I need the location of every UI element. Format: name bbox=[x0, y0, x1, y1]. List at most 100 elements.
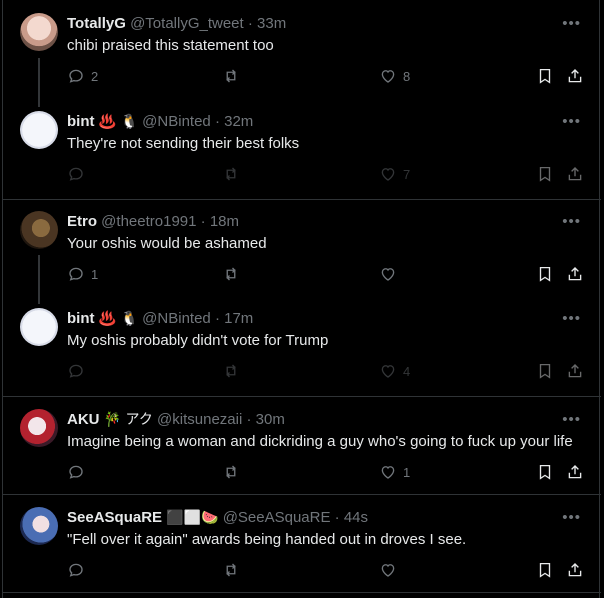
more-options-icon[interactable]: ••• bbox=[562, 112, 581, 132]
username[interactable]: @NBinted bbox=[142, 310, 211, 327]
share-button[interactable] bbox=[566, 264, 584, 284]
bookmark-button[interactable] bbox=[536, 361, 554, 381]
tweet[interactable]: Etro @theetro1991 · 18m ••• Your oshis w… bbox=[3, 198, 601, 295]
timestamp[interactable]: 18m bbox=[210, 213, 239, 230]
timestamp[interactable]: 30m bbox=[256, 411, 285, 428]
reply-icon bbox=[67, 165, 85, 183]
like-button[interactable] bbox=[379, 264, 403, 284]
bookmark-icon bbox=[536, 561, 554, 579]
tweet-text: My oshis probably didn't vote for Trump bbox=[67, 332, 329, 349]
heart-icon bbox=[379, 265, 397, 283]
heart-icon bbox=[379, 362, 397, 380]
tweet-header: bint ♨️ 🐧 @NBinted · 17m bbox=[67, 310, 254, 327]
reply-button[interactable]: 2 bbox=[67, 66, 98, 86]
reply-button[interactable]: 1 bbox=[67, 264, 98, 284]
tweet[interactable]: SeeASquaRE ⬛⬜🍉 @SeeASquaRE · 44s ••• "Fe… bbox=[3, 494, 601, 591]
name-emoji: ♨️ 🐧 bbox=[98, 114, 138, 130]
display-name[interactable]: bint bbox=[67, 113, 95, 130]
reply-button[interactable] bbox=[67, 560, 91, 580]
like-button[interactable] bbox=[379, 560, 403, 580]
bookmark-icon bbox=[536, 362, 554, 380]
action-bar: 7 bbox=[67, 164, 589, 184]
like-button[interactable]: 1 bbox=[379, 462, 410, 482]
share-button[interactable] bbox=[566, 164, 584, 184]
username[interactable]: @kitsunezaii bbox=[157, 411, 242, 428]
timestamp[interactable]: 17m bbox=[224, 310, 253, 327]
action-bar: 1 bbox=[67, 264, 589, 284]
share-button[interactable] bbox=[566, 361, 584, 381]
display-name[interactable]: bint bbox=[67, 310, 95, 327]
more-options-icon[interactable]: ••• bbox=[562, 508, 581, 528]
bookmark-button[interactable] bbox=[536, 560, 554, 580]
reply-icon bbox=[67, 561, 85, 579]
avatar[interactable] bbox=[20, 211, 58, 249]
display-name[interactable]: AKU bbox=[67, 411, 100, 428]
action-bar: 4 bbox=[67, 361, 589, 381]
timestamp[interactable]: 32m bbox=[224, 113, 253, 130]
bookmark-button[interactable] bbox=[536, 164, 554, 184]
share-icon bbox=[566, 463, 584, 481]
like-button[interactable]: 8 bbox=[379, 66, 410, 86]
tweet[interactable]: TotallyG @TotallyG_tweet · 33m ••• chibi… bbox=[3, 0, 601, 97]
share-button[interactable] bbox=[566, 462, 584, 482]
more-options-icon[interactable]: ••• bbox=[562, 14, 581, 34]
avatar[interactable] bbox=[20, 507, 58, 545]
retweet-button[interactable] bbox=[222, 462, 246, 482]
tweet-header: SeeASquaRE ⬛⬜🍉 @SeeASquaRE · 44s bbox=[67, 509, 369, 526]
action-bar bbox=[67, 560, 589, 580]
reply-button[interactable] bbox=[67, 462, 91, 482]
action-bar: 1 bbox=[67, 462, 589, 482]
more-options-icon[interactable]: ••• bbox=[562, 212, 581, 232]
username[interactable]: @NBinted bbox=[142, 113, 211, 130]
display-name[interactable]: SeeASquaRE bbox=[67, 509, 162, 526]
tweet-text: "Fell over it again" awards being handed… bbox=[67, 531, 467, 548]
username[interactable]: @TotallyG_tweet bbox=[130, 15, 244, 32]
reply-count: 2 bbox=[91, 68, 99, 84]
retweet-icon bbox=[222, 265, 240, 283]
more-options-icon[interactable]: ••• bbox=[562, 410, 581, 430]
avatar[interactable] bbox=[20, 111, 58, 149]
display-name[interactable]: TotallyG bbox=[67, 15, 126, 32]
reply-button[interactable] bbox=[67, 164, 91, 184]
display-name[interactable]: Etro bbox=[67, 213, 97, 230]
name-emoji: 🎋 アク bbox=[103, 412, 153, 428]
tweet-header: bint ♨️ 🐧 @NBinted · 32m bbox=[67, 113, 254, 130]
tweet[interactable]: bint ♨️ 🐧 @NBinted · 32m ••• They're not… bbox=[3, 98, 601, 195]
action-bar: 2 8 bbox=[67, 66, 589, 86]
bookmark-icon bbox=[536, 265, 554, 283]
avatar[interactable] bbox=[20, 13, 58, 51]
reply-icon bbox=[67, 67, 85, 85]
share-button[interactable] bbox=[566, 66, 584, 86]
tweet-text: chibi praised this statement too bbox=[67, 37, 274, 54]
retweet-button[interactable] bbox=[222, 66, 246, 86]
like-count: 1 bbox=[403, 464, 411, 480]
reply-button[interactable] bbox=[67, 361, 91, 381]
tweet[interactable]: AKU 🎋 アク @kitsunezaii · 30m ••• Imagine … bbox=[3, 396, 601, 493]
bookmark-button[interactable] bbox=[536, 66, 554, 86]
reply-count: 1 bbox=[91, 266, 99, 282]
bookmark-button[interactable] bbox=[536, 462, 554, 482]
more-options-icon[interactable]: ••• bbox=[562, 309, 581, 329]
timestamp[interactable]: 33m bbox=[257, 15, 286, 32]
thread-divider bbox=[3, 592, 601, 593]
username[interactable]: @theetro1991 bbox=[101, 213, 196, 230]
retweet-button[interactable] bbox=[222, 361, 246, 381]
tweet[interactable]: bint ♨️ 🐧 @NBinted · 17m ••• My oshis pr… bbox=[3, 295, 601, 392]
bookmark-icon bbox=[536, 463, 554, 481]
share-button[interactable] bbox=[566, 560, 584, 580]
heart-icon bbox=[379, 165, 397, 183]
like-button[interactable]: 7 bbox=[379, 164, 410, 184]
share-icon bbox=[566, 561, 584, 579]
heart-icon bbox=[379, 463, 397, 481]
avatar[interactable] bbox=[20, 409, 58, 447]
retweet-button[interactable] bbox=[222, 560, 246, 580]
retweet-button[interactable] bbox=[222, 164, 246, 184]
bookmark-icon bbox=[536, 165, 554, 183]
timestamp[interactable]: 44s bbox=[344, 509, 368, 526]
like-button[interactable]: 4 bbox=[379, 361, 410, 381]
username[interactable]: @SeeASquaRE bbox=[223, 509, 331, 526]
bookmark-button[interactable] bbox=[536, 264, 554, 284]
retweet-button[interactable] bbox=[222, 264, 246, 284]
reply-icon bbox=[67, 463, 85, 481]
avatar[interactable] bbox=[20, 308, 58, 346]
